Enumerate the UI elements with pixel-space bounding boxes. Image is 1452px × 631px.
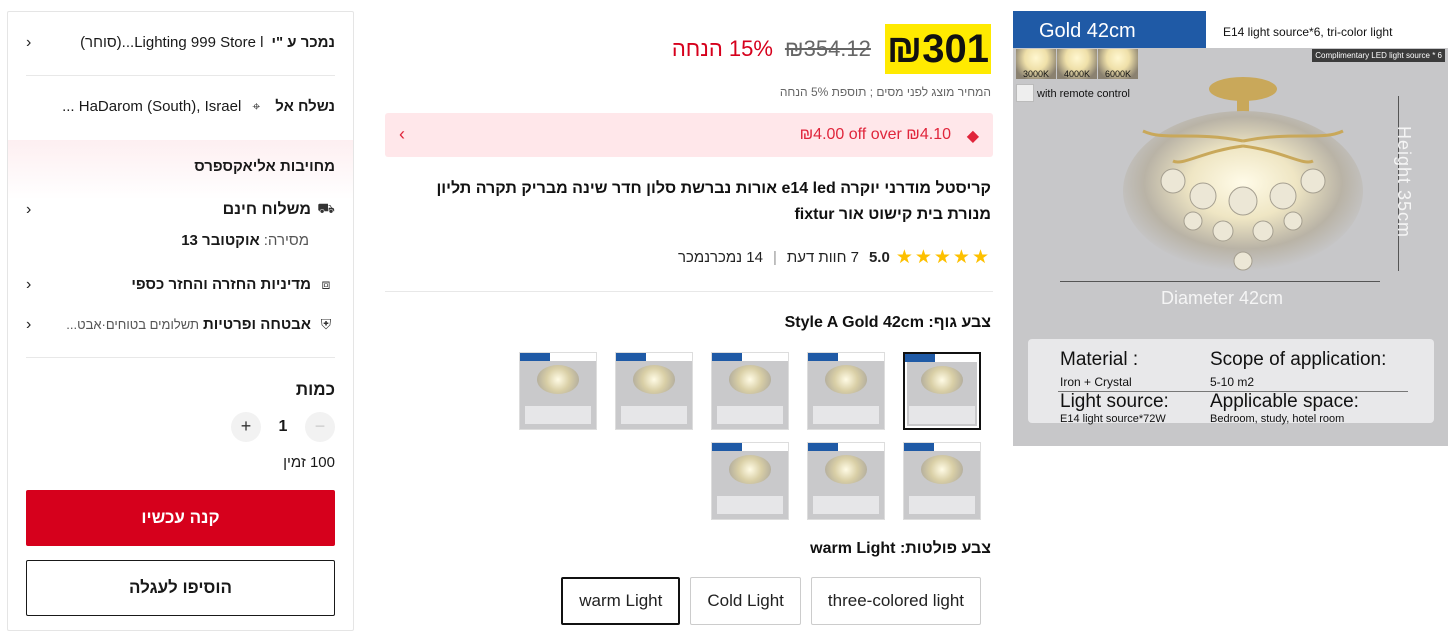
scope-value: 5-10 m2: [1210, 375, 1255, 389]
product-main-image[interactable]: Gold 42cm E14 light source*6, tri-color …: [1013, 11, 1448, 446]
light-option-cold[interactable]: Cold Light: [690, 577, 801, 625]
size-tag: Gold 42cm: [1013, 11, 1206, 48]
ship-to-location[interactable]: HaDarom (South), Israel ...: [62, 98, 241, 115]
light-color-label: צבע פולטות: warm Light: [810, 540, 991, 557]
chandelier-image: [1123, 77, 1363, 271]
quantity-plus-button[interactable]: +: [231, 412, 261, 442]
rating-value: 5.0: [868, 249, 890, 266]
chevron-left-icon: ‹: [399, 124, 405, 144]
body-color-label: צבע גוף: Style A Gold 42cm: [784, 314, 991, 331]
shield-check-icon: ⛨: [320, 316, 332, 332]
delivery-date: אוקטובר 13: [181, 232, 260, 249]
security-row[interactable]: ⛨ אבטחה ופרטיות תשלומים בטוחים·אבט... ‹: [26, 315, 335, 334]
original-price: ₪354.12: [784, 36, 871, 61]
divider: [385, 291, 993, 292]
color-thumbnail[interactable]: [615, 352, 693, 430]
space-label: Applicable space:: [1210, 391, 1359, 412]
light-source-caption: E14 light source*6, tri-color light: [1223, 25, 1393, 39]
ship-to-row[interactable]: נשלח אל ⌖ HaDarom (South), Israel ...: [26, 98, 335, 115]
body-color-thumbnails: [441, 352, 981, 520]
temp-swatch: 4000K: [1057, 49, 1097, 79]
truck-icon: ⛟: [317, 200, 335, 216]
chevron-left-icon: ‹: [26, 275, 32, 293]
current-price: ₪301: [884, 24, 991, 74]
quantity-value[interactable]: 1: [261, 418, 305, 436]
quantity-stepper: − 1 +: [26, 412, 335, 442]
color-thumbnail[interactable]: [807, 442, 885, 520]
return-box-icon: ⧈: [321, 276, 331, 292]
delivery-row: מסירה: אוקטובר 13: [26, 232, 335, 249]
divider: [26, 75, 335, 76]
rating-row[interactable]: ★★★★★ 5.0 7 חוות דעת | 14 נמכרנמכר: [678, 246, 991, 269]
color-thumbnail[interactable]: [711, 352, 789, 430]
chevron-left-icon: ‹: [26, 200, 32, 218]
chevron-left-icon: ‹: [26, 315, 32, 333]
returns-label: מדיניות החזרה והחזר כספי: [131, 276, 311, 293]
coupon-text: ₪4.00 off over ₪4.10: [799, 126, 951, 143]
star-rating-icon: ★★★★★: [895, 247, 991, 268]
spec-panel: Material : Iron + Crystal Scope of appli…: [1028, 339, 1434, 425]
space-value: Bedroom, study, hotel room: [1210, 413, 1345, 425]
color-thumbnail[interactable]: [807, 352, 885, 430]
seller-row[interactable]: נמכר ע "י Lighting 999 Store l...(סוחר) …: [26, 33, 335, 52]
quantity-label: כמות: [295, 380, 335, 399]
color-thumbnail[interactable]: [519, 352, 597, 430]
tax-note: המחיר מוצג לפני מסים ; תוספת 5% הנחה: [779, 85, 991, 99]
coupon-tag-icon: ◆: [966, 128, 979, 145]
security-sub: תשלומים בטוחים·אבט...: [66, 317, 199, 332]
light-option-three-colored[interactable]: three-colored light: [810, 577, 981, 625]
free-shipping-label: משלוח חינם: [222, 200, 311, 218]
coupon-banner[interactable]: ◆ ₪4.00 off over ₪4.10 ‹: [385, 113, 993, 157]
color-thumbnail[interactable]: [711, 442, 789, 520]
purchase-card: נמכר ע "י Lighting 999 Store l...(סוחר) …: [7, 11, 354, 631]
scope-label: Scope of application:: [1210, 349, 1387, 370]
height-label: Height 35cm: [1394, 126, 1414, 239]
available-count: 100 זמין: [283, 454, 335, 471]
diameter-label: Diameter 42cm: [1161, 288, 1284, 308]
location-pin-icon: ⌖: [252, 98, 261, 114]
remote-icon: [1016, 84, 1034, 102]
security-label: אבטחה ופרטיות: [202, 316, 311, 333]
light-source-label: Light source:: [1060, 391, 1169, 412]
light-option-warm[interactable]: warm Light: [561, 577, 681, 625]
commitment-heading: מחויבות אליאקספרס: [194, 158, 335, 175]
seller-name[interactable]: Lighting 999 Store l...(סוחר): [80, 34, 263, 51]
chevron-left-icon: ‹: [26, 33, 32, 51]
material-label: Material :: [1060, 349, 1139, 370]
separator: |: [772, 249, 777, 266]
quantity-minus-button[interactable]: −: [305, 412, 335, 442]
returns-row[interactable]: ⧈ מדיניות החזרה והחזר כספי ‹: [26, 275, 335, 294]
sold-count: 14 נמכרנמכר: [678, 249, 763, 266]
delivery-label: מסירה:: [263, 232, 309, 249]
discount-label: 15% הנחה: [671, 36, 773, 61]
quantity-label-row: כמות: [26, 380, 335, 400]
product-title: קריסטל מודרני יוקרה e14 led אורות נברשת …: [436, 180, 991, 223]
material-value: Iron + Crystal: [1060, 375, 1132, 389]
temp-swatch: 3000K: [1016, 49, 1056, 79]
available-row: 100 זמין: [26, 454, 335, 471]
light-source-value: E14 light source*72W: [1060, 413, 1166, 425]
divider: [26, 357, 335, 358]
seller-label: נמכר ע "י: [271, 34, 335, 51]
ship-to-label: נשלח אל: [275, 98, 335, 115]
free-shipping-row[interactable]: ⛟ משלוח חינם ‹: [26, 200, 335, 219]
reviews-count[interactable]: 7 חוות דעת: [787, 249, 859, 266]
add-to-cart-button[interactable]: הוסיפו לעגלה: [26, 560, 335, 616]
price-row: ₪301 ₪354.12 15% הנחה: [672, 24, 991, 74]
color-thumbnail[interactable]: [903, 442, 981, 520]
diameter-guide: [1060, 281, 1380, 282]
color-thumbnail[interactable]: [903, 352, 981, 430]
light-color-options: three-colored light Cold Light warm Ligh…: [561, 577, 981, 625]
complimentary-note: Complimentary LED light source * 6: [1312, 49, 1445, 62]
buy-now-button[interactable]: קנה עכשיו: [26, 490, 335, 546]
commitment-heading-row: מחויבות אליאקספרס: [26, 158, 335, 175]
